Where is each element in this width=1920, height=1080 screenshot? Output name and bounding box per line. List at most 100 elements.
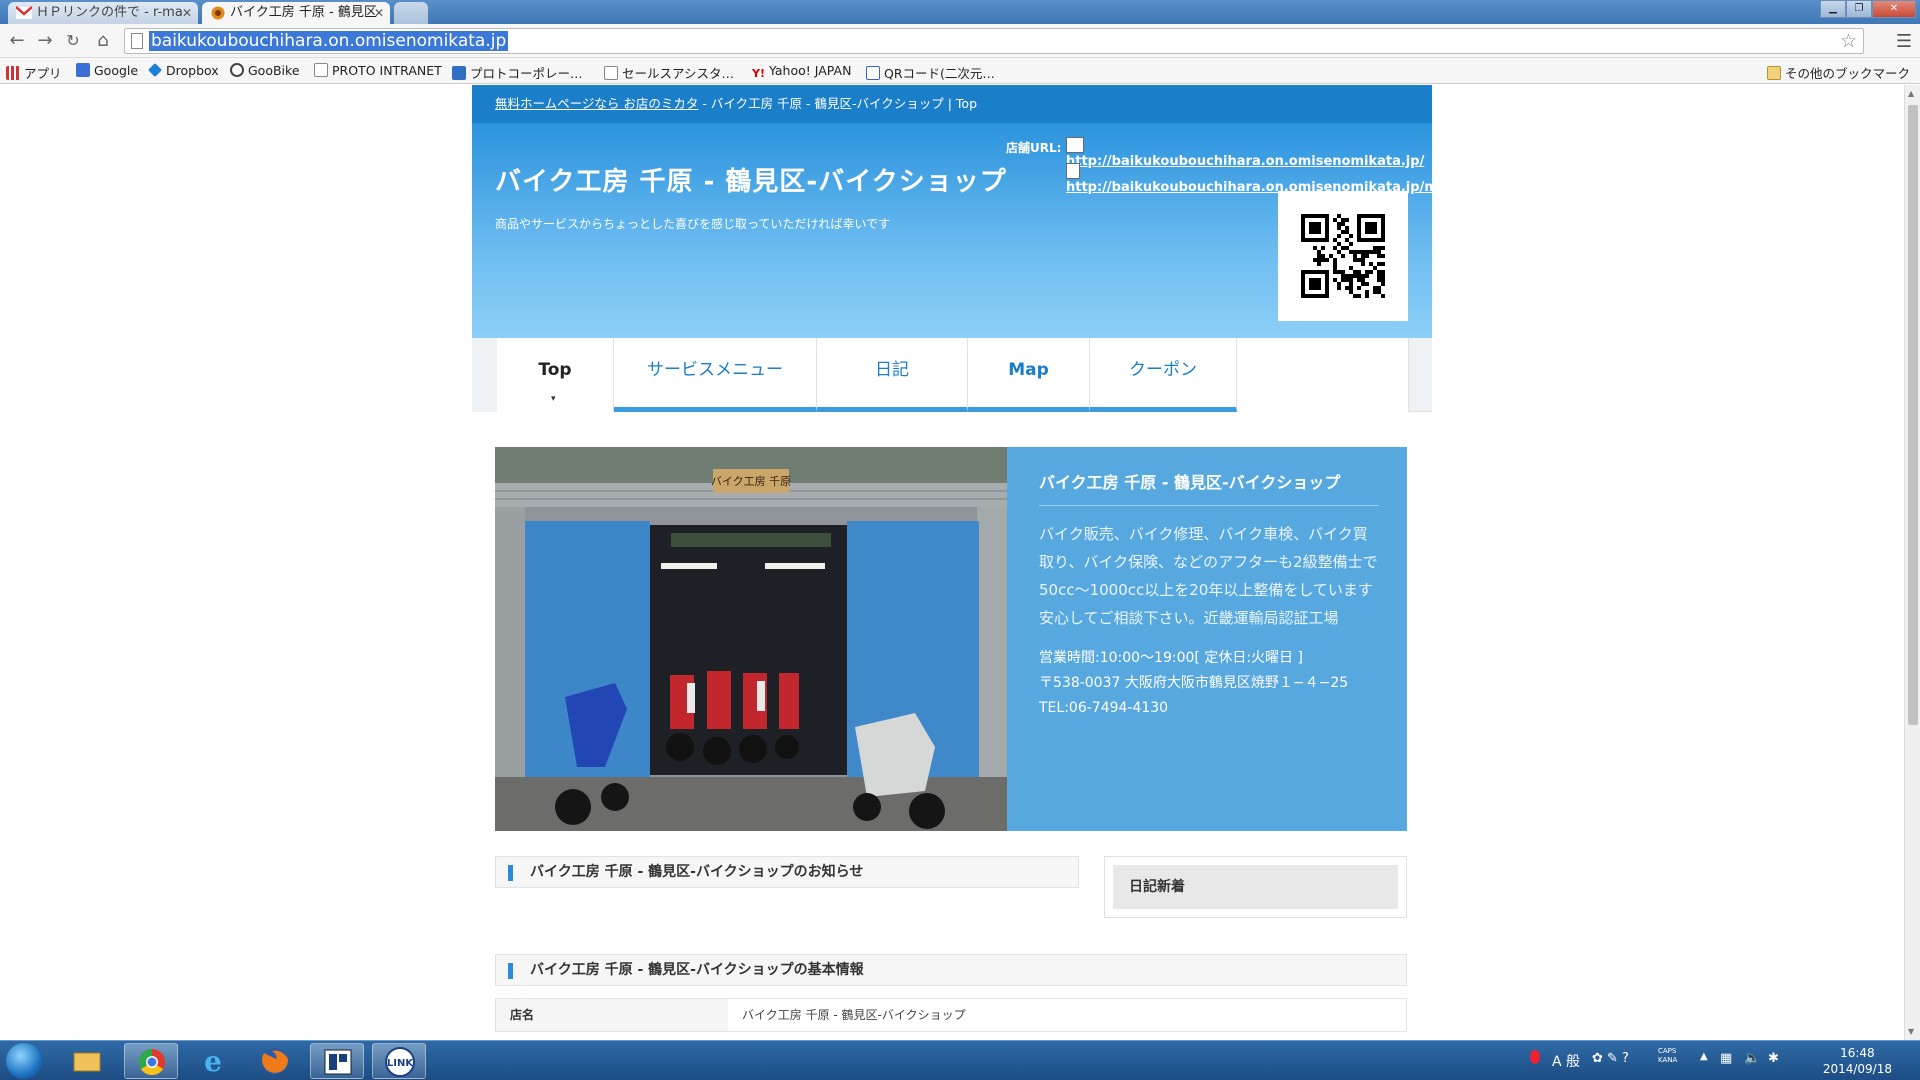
page-icon bbox=[314, 63, 328, 77]
caret-down-icon: ▾ bbox=[551, 394, 556, 404]
bookmark-label: QRコード(二次元… bbox=[884, 66, 995, 81]
nav-top[interactable]: Top ▾ bbox=[497, 338, 614, 412]
chrome-icon bbox=[138, 1048, 165, 1076]
pc-icon bbox=[1066, 137, 1084, 153]
clock-date: 2014/09/18 bbox=[1822, 1062, 1892, 1076]
info-label-shop-name: 店名 bbox=[496, 999, 728, 1031]
hero-body: バイク販売、バイク修理、バイク車検、バイク買取り、バイク保険、などのアフターも2… bbox=[1039, 525, 1378, 627]
bookmark-qr-code[interactable]: QRコード(二次元… bbox=[866, 63, 995, 82]
close-tab-icon[interactable]: ✕ bbox=[182, 2, 192, 24]
nav-diary[interactable]: 日記 bbox=[817, 338, 968, 412]
other-bookmarks[interactable]: その他のブックマーク bbox=[1766, 63, 1910, 82]
nav-empty-slot bbox=[1237, 338, 1409, 412]
bookmark-label: アプリ bbox=[24, 66, 62, 81]
explorer-taskbar-button[interactable] bbox=[60, 1043, 114, 1079]
shop-sign-text: バイク工房 千原 bbox=[711, 475, 791, 488]
caps-label: CAPS bbox=[1658, 1047, 1677, 1055]
url-text[interactable]: baikukoubouchihara.on.omisenomikata.jp bbox=[149, 31, 509, 51]
svg-text:LINK: LINK bbox=[387, 1058, 414, 1069]
qr-code-image bbox=[1301, 214, 1385, 298]
bookmark-label: Yahoo! JAPAN bbox=[768, 63, 852, 78]
clock[interactable]: 16:48 2014/09/18 bbox=[1823, 1045, 1892, 1077]
bookmarks-bar: アプリ Google Dropbox GooBike PROTO INTRANE… bbox=[0, 58, 1920, 84]
bookmark-label: Dropbox bbox=[166, 63, 219, 78]
menu-icon[interactable]: ☰ bbox=[1896, 31, 1912, 52]
start-button[interactable] bbox=[6, 1043, 42, 1079]
nav-label: Top bbox=[538, 360, 572, 380]
kana-label: KANA bbox=[1658, 1056, 1678, 1064]
bookmark-apps[interactable]: アプリ bbox=[6, 63, 62, 82]
scroll-up-icon[interactable]: ▲ bbox=[1908, 89, 1914, 98]
svg-text:e: e bbox=[204, 1045, 222, 1078]
volume-icon[interactable]: 🔈 bbox=[1744, 1051, 1760, 1066]
telephone: TEL:06-7494-4130 bbox=[1039, 700, 1169, 716]
folder-icon bbox=[73, 1052, 101, 1072]
google-icon bbox=[76, 63, 90, 77]
nav-map[interactable]: Map bbox=[968, 338, 1090, 412]
other-bookmarks-label: その他のブックマーク bbox=[1784, 66, 1910, 81]
breadcrumb: 無料ホームページなら お店のミカタ - バイク工房 千原 - 鶴見区-バイクショ… bbox=[472, 85, 1432, 123]
diary-box: 日記新着 bbox=[1104, 856, 1407, 918]
address-bar[interactable]: baikukoubouchihara.on.omisenomikata.jp ☆ bbox=[124, 28, 1864, 54]
nav-label: クーポン bbox=[1129, 360, 1197, 380]
ie-taskbar-button[interactable]: e bbox=[186, 1043, 240, 1079]
omisenomikata-link[interactable]: 無料ホームページなら お店のミカタ bbox=[495, 96, 698, 111]
bookmark-label: プロトコーポレー… bbox=[470, 66, 583, 81]
forward-button[interactable]: → bbox=[34, 30, 56, 52]
calendar-icon bbox=[452, 66, 466, 80]
chrome-taskbar-button[interactable] bbox=[124, 1043, 178, 1079]
yahoo-icon: Y! bbox=[752, 67, 765, 80]
store-url-label: 店舗URL: bbox=[1006, 141, 1062, 155]
close-tab-icon[interactable]: ✕ bbox=[374, 2, 384, 24]
page-scrollbar[interactable]: ▲ ▼ bbox=[1904, 85, 1920, 1040]
ime-indicator[interactable]: A 般 bbox=[1552, 1051, 1580, 1071]
site-description: 商品やサービスからちょっとした喜びを感じ取っていただければ幸いです bbox=[495, 217, 891, 231]
link-app-icon: LINK bbox=[385, 1047, 415, 1077]
hero-text: バイク工房 千原 - 鶴見区-バイクショップ バイク販売、バイク修理、バイク車検… bbox=[1039, 469, 1379, 721]
scroll-down-icon[interactable]: ▼ bbox=[1908, 1027, 1914, 1036]
firefox-taskbar-button[interactable] bbox=[248, 1043, 302, 1079]
diary-heading: 日記新着 bbox=[1113, 865, 1398, 909]
bookmark-proto-intranet[interactable]: PROTO INTRANET bbox=[314, 63, 442, 78]
maximize-button[interactable]: ❐ bbox=[1846, 0, 1872, 18]
ime-tools-icon[interactable]: ✿ ✎ ? bbox=[1592, 1051, 1629, 1066]
close-window-button[interactable]: ✕ bbox=[1872, 0, 1916, 18]
bookmark-star-icon[interactable]: ☆ bbox=[1840, 30, 1857, 52]
scroll-thumb[interactable] bbox=[1908, 105, 1918, 725]
site-header: バイク工房 千原 - 鶴見区-バイクショップ 商品やサービスからちょっとした喜び… bbox=[472, 123, 1443, 338]
nav-coupon[interactable]: クーポン bbox=[1090, 338, 1237, 412]
bookmark-google[interactable]: Google bbox=[76, 63, 138, 78]
app-taskbar-button[interactable] bbox=[310, 1043, 364, 1079]
app-window-icon bbox=[324, 1049, 352, 1075]
nav-spacer bbox=[472, 338, 497, 412]
system-tray: A 般 ✿ ✎ ? CAPS KANA ▲ ▦ 🔈 ✱ 16:48 2014/09… bbox=[1530, 1041, 1920, 1080]
minimize-button[interactable]: ▁ bbox=[1820, 0, 1846, 18]
basic-info-table: 店名 バイク工房 千原 - 鶴見区-バイクショップ bbox=[495, 998, 1407, 1032]
bookmark-dropbox[interactable]: Dropbox bbox=[148, 63, 219, 78]
link-taskbar-button[interactable]: LINK bbox=[372, 1043, 426, 1079]
bookmark-yahoo[interactable]: Y! Yahoo! JAPAN bbox=[752, 63, 851, 81]
site-favicon-icon bbox=[210, 6, 226, 20]
reload-button[interactable]: ↻ bbox=[62, 30, 84, 52]
home-button[interactable]: ⌂ bbox=[92, 30, 114, 52]
nav-label: サービスメニュー bbox=[647, 360, 783, 380]
network-icon[interactable]: ▦ bbox=[1720, 1051, 1732, 1066]
qr-site-icon bbox=[866, 66, 880, 80]
hero-section: バイク工房 千原 バイク工房 千原 - 鶴見区-バイクショップ バイク販売、バイ… bbox=[495, 447, 1407, 831]
nav-service-menu[interactable]: サービスメニュー bbox=[614, 338, 817, 412]
global-nav: Top ▾ サービスメニュー 日記 Map クーポン bbox=[472, 338, 1432, 412]
alert-icon[interactable] bbox=[1530, 1050, 1540, 1064]
tab-bike-shop[interactable]: バイク工房 千原 - 鶴見区 ✕ bbox=[202, 2, 390, 24]
bookmark-goobike[interactable]: GooBike bbox=[230, 63, 300, 78]
business-hours: 営業時間:10:00～19:00[ 定休日:火曜日 ] bbox=[1039, 650, 1303, 666]
site-title[interactable]: バイク工房 千原 - 鶴見区-バイクショップ bbox=[495, 161, 1007, 198]
apps-grid-icon bbox=[6, 66, 20, 80]
bluetooth-icon[interactable]: ✱ bbox=[1768, 1051, 1779, 1066]
back-button[interactable]: ← bbox=[6, 30, 28, 52]
show-hidden-icons[interactable]: ▲ bbox=[1700, 1051, 1708, 1062]
bookmark-sales-assist[interactable]: セールスアシスタ… bbox=[604, 63, 734, 82]
tab-gmail[interactable]: ＨＰリンクの件で - r-ma ✕ bbox=[8, 2, 198, 24]
gmail-icon bbox=[15, 6, 33, 20]
new-tab-button[interactable] bbox=[394, 2, 428, 24]
bookmark-proto-corp[interactable]: プロトコーポレー… bbox=[452, 63, 583, 82]
